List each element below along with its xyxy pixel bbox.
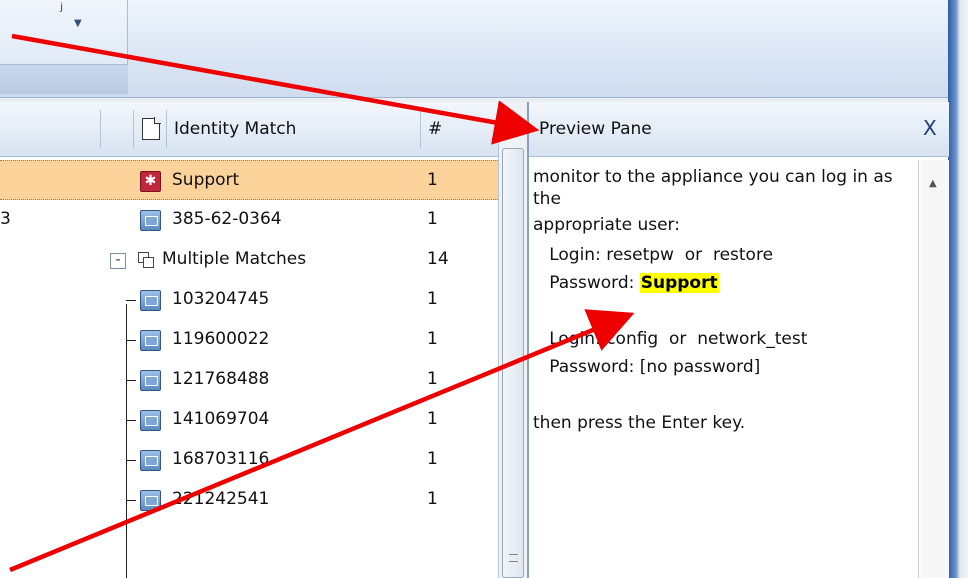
tree-branch-line [126, 460, 136, 461]
identity-match-text: 385-62-0364 [172, 209, 282, 229]
table-row[interactable]: ✱ Support 1 [0, 160, 499, 200]
table-row[interactable]: - Multiple Matches 14 [0, 240, 499, 280]
close-icon[interactable]: X [923, 116, 937, 140]
preview-scrollbar[interactable]: ▲ [921, 160, 949, 578]
column-header-count[interactable]: # [428, 119, 442, 139]
multiple-windows-icon [138, 252, 156, 270]
ribbon-bar: ⱼ ▼ [0, 0, 950, 98]
preview-text: monitor to the appliance you can log in … [529, 160, 919, 578]
grip-icon [509, 554, 518, 562]
table-row[interactable]: 3 385-62-0364 1 [0, 200, 499, 240]
identity-match-text: 121768488 [172, 369, 270, 389]
match-count: 1 [427, 289, 438, 309]
collapse-toggle[interactable]: - [110, 253, 126, 269]
table-row[interactable]: 221242541 1 [0, 480, 499, 520]
match-count: 1 [427, 209, 438, 229]
preview-line: appropriate user: [533, 215, 680, 235]
preview-pane-title: Preview Pane [539, 119, 652, 139]
identity-match-text: 168703116 [172, 449, 270, 469]
tree-branch-line [126, 340, 136, 341]
preview-line: Login: config or network_test [533, 329, 808, 349]
table-row[interactable]: 103204745 1 [0, 280, 499, 320]
match-count: 1 [427, 329, 438, 349]
truncated-cell-text: 3 [0, 209, 11, 229]
column-separator[interactable] [420, 110, 421, 148]
scroll-up-arrow-icon[interactable]: ▲ [508, 120, 516, 131]
window-frame-edge [948, 0, 968, 578]
star-icon: ✱ [140, 171, 161, 192]
highlighted-match: Support [639, 273, 719, 293]
preview-line: the [533, 189, 561, 209]
tree-branch-line [126, 380, 136, 381]
column-header-identity-match[interactable]: Identity Match [174, 119, 296, 139]
column-separator[interactable] [166, 110, 167, 148]
id-card-icon [140, 290, 161, 311]
id-card-icon [140, 450, 161, 471]
table-row[interactable]: 141069704 1 [0, 400, 499, 440]
match-count: 1 [427, 369, 438, 389]
results-list: Identity Match # ✱ Support 1 3 385-62-03… [0, 102, 500, 578]
column-separator[interactable] [100, 110, 101, 148]
table-row[interactable]: 168703116 1 [0, 440, 499, 480]
preview-pane-header: Preview Pane X [529, 102, 949, 157]
tree-branch-line [126, 300, 136, 301]
id-card-icon [140, 370, 161, 391]
identity-match-text: Support [172, 170, 240, 190]
preview-line: then press the Enter key. [533, 413, 746, 433]
tree-branch-line [126, 500, 136, 501]
ribbon-group-label-strip [0, 64, 128, 94]
ribbon-group[interactable]: ⱼ ▼ [0, 0, 128, 94]
match-count: 14 [427, 249, 449, 269]
id-card-icon [140, 410, 161, 431]
preview-line: Login: resetpw or restore [533, 245, 774, 265]
ribbon-dropdown-arrow-icon[interactable]: ▼ [74, 18, 82, 29]
tree-branch-line [126, 420, 136, 421]
match-count: 1 [427, 409, 438, 429]
ribbon-button-glyph: ⱼ [60, 0, 64, 15]
password-label: Password: [533, 273, 640, 293]
match-count: 1 [427, 489, 438, 509]
match-count: 1 [427, 170, 438, 190]
identity-match-text: 141069704 [172, 409, 270, 429]
identity-match-text: 221242541 [172, 489, 270, 509]
preview-line: Password: Support [533, 272, 719, 294]
id-card-icon [140, 490, 161, 511]
list-scrollbar[interactable]: ▲ [498, 102, 528, 578]
list-header: Identity Match # [0, 102, 499, 157]
id-card-icon [140, 210, 161, 231]
scrollbar-thumb[interactable] [502, 148, 524, 578]
document-icon[interactable] [142, 117, 161, 140]
table-row[interactable]: 119600022 1 [0, 320, 499, 360]
column-separator[interactable] [133, 110, 134, 148]
preview-line: monitor to the appliance you can log in … [533, 167, 893, 187]
preview-pane: Preview Pane X monitor to the appliance … [528, 102, 949, 578]
match-count: 1 [427, 449, 438, 469]
identity-match-text: 103204745 [172, 289, 270, 309]
identity-match-text: Multiple Matches [162, 249, 307, 269]
scroll-up-arrow-icon[interactable]: ▲ [929, 178, 937, 189]
preview-line: Password: [no password] [533, 357, 761, 377]
id-card-icon [140, 330, 161, 351]
identity-match-text: 119600022 [172, 329, 270, 349]
table-row[interactable]: 121768488 1 [0, 360, 499, 400]
